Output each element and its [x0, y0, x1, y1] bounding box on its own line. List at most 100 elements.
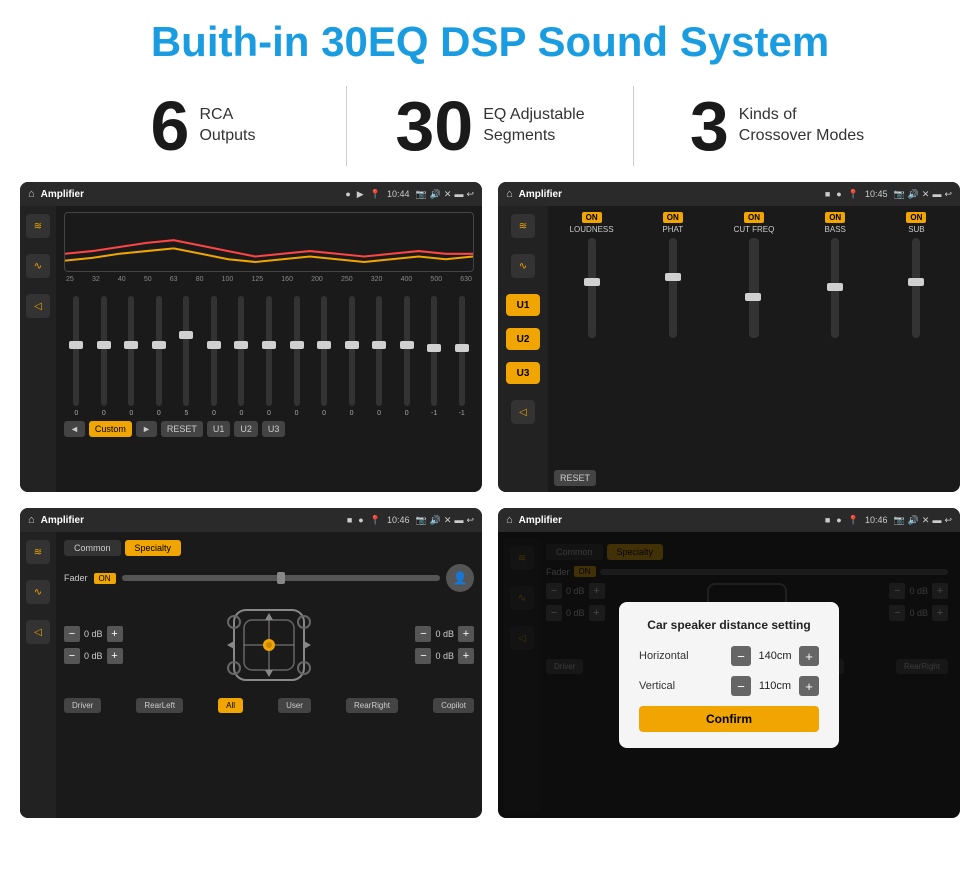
- vol2-minus[interactable]: −: [64, 648, 80, 664]
- window-icon-4: ▬: [932, 515, 941, 526]
- bass-slider[interactable]: [831, 238, 839, 338]
- vol2-plus[interactable]: +: [107, 648, 123, 664]
- u1-side-btn[interactable]: U1: [506, 294, 540, 316]
- speaker-layout: − 0 dB + − 0 dB +: [64, 600, 474, 690]
- horizontal-plus-btn[interactable]: +: [799, 646, 819, 666]
- dot-icon-1: ●: [345, 189, 350, 199]
- all-btn[interactable]: All: [218, 698, 243, 713]
- slider-col-12: 0: [367, 296, 392, 417]
- slider-col-5: 5: [174, 296, 199, 417]
- play-icon-1: ▶: [357, 189, 364, 200]
- topbar-icons-3: 📷 🔊 ✕ ▬ ↩: [415, 515, 474, 526]
- bass-control: ON BASS: [798, 212, 873, 338]
- vertical-minus-btn[interactable]: −: [731, 676, 751, 696]
- copilot-btn[interactable]: Copilot: [433, 698, 474, 713]
- window-icon-2: ▬: [932, 189, 941, 200]
- stats-row: 6 RCA Outputs 30 EQ Adjustable Segments …: [0, 76, 980, 182]
- eq-graph: [64, 212, 474, 272]
- vol1-value: 0 dB: [84, 629, 103, 639]
- sub-slider[interactable]: [912, 238, 920, 338]
- eq-icon[interactable]: ≋: [26, 214, 50, 238]
- wave-icon-2[interactable]: ∿: [511, 254, 535, 278]
- vol1-minus[interactable]: −: [64, 626, 80, 642]
- horizontal-label: Horizontal: [639, 650, 689, 662]
- cutfreq-on[interactable]: ON: [744, 212, 764, 223]
- camera-icon-3: 📷: [415, 515, 426, 526]
- tab-specialty[interactable]: Specialty: [125, 540, 182, 556]
- reset-btn[interactable]: RESET: [161, 421, 203, 437]
- location-icon-2: 📍: [848, 189, 859, 200]
- eq-bottom-bar[interactable]: ◄ Custom ► RESET U1 U2 U3: [64, 421, 474, 437]
- loudness-on[interactable]: ON: [582, 212, 602, 223]
- vol4-plus[interactable]: +: [458, 648, 474, 664]
- custom-preset-btn[interactable]: Custom: [89, 421, 132, 437]
- phat-on[interactable]: ON: [663, 212, 683, 223]
- screen1-content: ≋ ∿ ◁ 2532405063801001251602002503204005…: [20, 206, 482, 492]
- back-icon-2: ↩: [944, 189, 952, 200]
- user-btn[interactable]: User: [278, 698, 311, 713]
- wave-icon[interactable]: ∿: [26, 254, 50, 278]
- stat-number-crossover: 3: [690, 91, 729, 161]
- speaker-icon[interactable]: ◁: [26, 294, 50, 318]
- vol3-plus[interactable]: +: [458, 626, 474, 642]
- topbar-4: ⌂ Amplifier ■ ● 📍 10:46 📷 🔊 ✕ ▬ ↩: [498, 508, 960, 532]
- sub-on[interactable]: ON: [906, 212, 926, 223]
- fader-on[interactable]: ON: [94, 573, 116, 584]
- vol1-plus[interactable]: +: [107, 626, 123, 642]
- horizontal-value: 140cm: [755, 650, 795, 662]
- u3-btn[interactable]: U3: [262, 421, 286, 437]
- eq-sliders: 0 0 0 0 5 0 0 0 0 0 0 0 0 -1 -1: [64, 287, 474, 417]
- bass-on[interactable]: ON: [825, 212, 845, 223]
- loudness-label: LOUDNESS: [570, 225, 614, 234]
- location-icon-4: 📍: [848, 515, 859, 526]
- vol-row-2: − 0 dB +: [64, 648, 123, 664]
- home-icon-3: ⌂: [28, 514, 35, 526]
- amp-reset-btn[interactable]: RESET: [554, 470, 596, 486]
- cutfreq-slider[interactable]: [749, 238, 759, 338]
- slider-col-1: 0: [64, 296, 89, 417]
- u2-btn[interactable]: U2: [234, 421, 258, 437]
- vol3-value: 0 dB: [435, 629, 454, 639]
- stat-label-eq: EQ Adjustable Segments: [483, 105, 584, 147]
- side-icons-3: ≋ ∿ ◁: [20, 532, 56, 818]
- vol4-minus[interactable]: −: [415, 648, 431, 664]
- left-vol-controls: − 0 dB + − 0 dB +: [64, 626, 123, 664]
- dot-icon-2: ■: [825, 189, 830, 199]
- eq-icon-3[interactable]: ≋: [26, 540, 50, 564]
- vol3-minus[interactable]: −: [415, 626, 431, 642]
- vertical-label: Vertical: [639, 680, 675, 692]
- screen-amp: ⌂ Amplifier ■ ● 📍 10:45 📷 🔊 ✕ ▬ ↩ ≋ ∿ U1…: [498, 182, 960, 492]
- horizontal-row: Horizontal − 140cm +: [639, 646, 819, 666]
- loudness-control: ON LOUDNESS: [554, 212, 629, 338]
- loudness-slider[interactable]: [588, 238, 596, 338]
- vol4-value: 0 dB: [435, 651, 454, 661]
- u2-side-btn[interactable]: U2: [506, 328, 540, 350]
- vertical-row: Vertical − 110cm +: [639, 676, 819, 696]
- tab-common[interactable]: Common: [64, 540, 121, 556]
- stat-label-rca: RCA Outputs: [199, 105, 255, 147]
- side-icons-1: ≋ ∿ ◁: [20, 206, 56, 492]
- rearleft-btn[interactable]: RearLeft: [136, 698, 183, 713]
- vertical-plus-btn[interactable]: +: [799, 676, 819, 696]
- speaker-icon-3[interactable]: ◁: [26, 620, 50, 644]
- wave-icon-3[interactable]: ∿: [26, 580, 50, 604]
- next-btn[interactable]: ►: [136, 421, 157, 437]
- amp-controls-row: ON LOUDNESS ON PHAT: [554, 212, 954, 338]
- slider-col-9: 0: [284, 296, 309, 417]
- confirm-button[interactable]: Confirm: [639, 706, 819, 732]
- horizontal-minus-btn[interactable]: −: [731, 646, 751, 666]
- u3-side-btn[interactable]: U3: [506, 362, 540, 384]
- window-icon: ▬: [454, 189, 463, 200]
- phat-slider[interactable]: [669, 238, 677, 338]
- rearright-btn[interactable]: RearRight: [346, 698, 398, 713]
- horizontal-value-row: − 140cm +: [731, 646, 819, 666]
- fader-row: Fader ON 👤: [64, 564, 474, 592]
- prev-btn[interactable]: ◄: [64, 421, 85, 437]
- home-icon: ⌂: [28, 188, 35, 200]
- screen3-content: ≋ ∿ ◁ Common Specialty Fader ON 👤: [20, 532, 482, 818]
- u1-btn[interactable]: U1: [207, 421, 231, 437]
- home-icon-4: ⌂: [506, 514, 513, 526]
- eq-icon-2[interactable]: ≋: [511, 214, 535, 238]
- speaker-icon-2[interactable]: ◁: [511, 400, 535, 424]
- driver-btn[interactable]: Driver: [64, 698, 101, 713]
